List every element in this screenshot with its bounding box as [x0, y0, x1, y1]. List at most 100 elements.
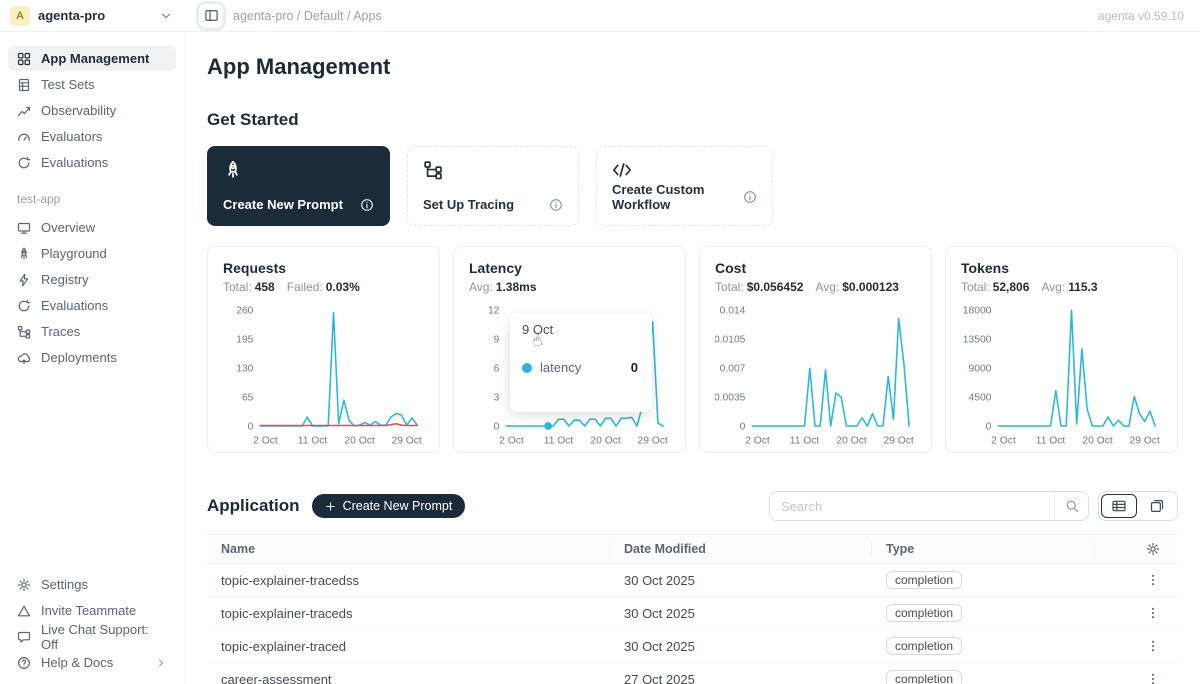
- requests-chart-card: Requests Total:458Failed:0.03% 065130195…: [207, 246, 440, 453]
- sidebar-item-live-chat-support[interactable]: Live Chat Support: Off: [8, 624, 176, 649]
- svg-text:2 Oct: 2 Oct: [499, 436, 524, 447]
- chevron-right-icon: [155, 657, 167, 669]
- table-row[interactable]: topic-explainer-traced 30 Oct 2025 compl…: [207, 630, 1178, 663]
- sidebar-item-invite-teammate[interactable]: Invite Teammate: [8, 598, 176, 623]
- svg-text:6: 6: [494, 364, 500, 375]
- kebab-menu-icon[interactable]: [1142, 569, 1164, 591]
- latency-chart-card: Latency Avg:1.38ms 0369122 Oct11 Oct20 O…: [453, 246, 686, 453]
- sidebar-item-label: Evaluators: [41, 129, 102, 144]
- info-circle-icon[interactable]: [360, 198, 374, 212]
- svg-text:2 Oct: 2 Oct: [745, 436, 770, 447]
- sidebar-item-settings[interactable]: Settings: [8, 572, 176, 597]
- sidebar-item-registry[interactable]: Registry: [8, 267, 176, 292]
- date-modified: 27 Oct 2025: [610, 672, 872, 684]
- svg-text:260: 260: [236, 306, 253, 317]
- svg-text:195: 195: [236, 335, 253, 346]
- svg-text:29 Oct: 29 Oct: [1129, 436, 1159, 447]
- sidebar-item-help-docs[interactable]: Help & Docs: [8, 650, 176, 675]
- question-circle-icon: [17, 656, 31, 670]
- card-view-button[interactable]: [1139, 494, 1175, 518]
- panel-left-icon: [204, 8, 219, 23]
- table-row[interactable]: topic-explainer-traceds 30 Oct 2025 comp…: [207, 597, 1178, 630]
- sidebar-item-deployments[interactable]: Deployments: [8, 345, 176, 370]
- workspace-name: agenta-pro: [38, 8, 151, 23]
- svg-text:4500: 4500: [969, 393, 992, 404]
- workspace-avatar: A: [10, 6, 30, 26]
- sidebar-item-label: Deployments: [41, 350, 117, 365]
- chat-bubble-icon: [17, 630, 31, 644]
- line-chart-icon: [17, 104, 31, 118]
- kebab-menu-icon[interactable]: [1142, 668, 1164, 684]
- svg-text:18000: 18000: [963, 306, 992, 317]
- kebab-menu-icon[interactable]: [1142, 602, 1164, 624]
- sidebar-item-overview[interactable]: Overview: [8, 215, 176, 240]
- sidebar-item-traces[interactable]: Traces: [8, 319, 176, 344]
- table-settings-gear-icon[interactable]: [1142, 538, 1164, 560]
- sidebar-item-playground[interactable]: Playground: [8, 241, 176, 266]
- type-badge: completion: [886, 604, 962, 622]
- sidebar-collapse-button[interactable]: [199, 4, 223, 28]
- application-title: Application: [207, 496, 300, 516]
- chart-tooltip: 9 Oct latency 0: [510, 313, 652, 412]
- app-name: topic-explainer-traceds: [207, 606, 610, 621]
- page-title: App Management: [207, 54, 1178, 80]
- sidebar-item-label: Traces: [41, 324, 80, 339]
- type-badge: completion: [886, 637, 962, 655]
- svg-text:29 Oct: 29 Oct: [637, 436, 667, 447]
- sidebar-item-evaluators[interactable]: Evaluators: [8, 124, 176, 149]
- search-icon[interactable]: [1054, 492, 1088, 520]
- set-up-tracing-card[interactable]: Set Up Tracing: [407, 146, 579, 226]
- svg-text:13500: 13500: [963, 335, 992, 346]
- workspace-switcher[interactable]: A agenta-pro: [0, 6, 185, 26]
- type-badge: completion: [886, 670, 962, 684]
- sidebar-item-evaluations[interactable]: Evaluations: [8, 150, 176, 175]
- rocket-icon: [17, 247, 31, 261]
- table-row[interactable]: career-assessment 27 Oct 2025 completion: [207, 663, 1178, 684]
- svg-text:3: 3: [494, 393, 500, 404]
- svg-text:65: 65: [242, 393, 254, 404]
- sidebar-item-app-management[interactable]: App Management: [8, 46, 176, 71]
- card-view-icon: [1149, 499, 1165, 513]
- cost-chart-card: Cost Total:$0.056452Avg:$0.000123 00.003…: [699, 246, 932, 453]
- sidebar-item-app-evaluations[interactable]: Evaluations: [8, 293, 176, 318]
- create-custom-workflow-card[interactable]: Create Custom Workflow: [596, 146, 773, 226]
- circular-arrow-icon: [17, 299, 31, 313]
- svg-text:0: 0: [986, 421, 992, 432]
- create-new-prompt-button[interactable]: Create New Prompt: [312, 494, 466, 518]
- chart-title: Requests: [223, 260, 424, 276]
- sidebar: App Management Test Sets Observability E…: [0, 32, 185, 684]
- column-header-type[interactable]: Type: [872, 541, 1095, 557]
- search-input[interactable]: [770, 499, 1054, 514]
- requests-chart[interactable]: 0651301952602 Oct11 Oct20 Oct29 Oct: [223, 302, 424, 450]
- create-new-prompt-card[interactable]: Create New Prompt: [207, 146, 390, 226]
- monitor-icon: [17, 221, 31, 235]
- chart-title: Cost: [715, 260, 916, 276]
- cost-chart[interactable]: 00.00350.0070.01050.0142 Oct11 Oct20 Oct…: [715, 302, 916, 450]
- app-section-label: test-app: [17, 192, 167, 206]
- sidebar-item-label: Evaluations: [41, 298, 108, 313]
- date-modified: 30 Oct 2025: [610, 639, 872, 654]
- sidebar-item-test-sets[interactable]: Test Sets: [8, 72, 176, 97]
- column-header-date-modified[interactable]: Date Modified: [610, 541, 872, 557]
- bolt-icon: [17, 273, 31, 287]
- cloud-icon: [17, 351, 31, 365]
- tree-icon: [17, 325, 31, 339]
- svg-text:20 Oct: 20 Oct: [836, 436, 866, 447]
- kebab-menu-icon[interactable]: [1142, 635, 1164, 657]
- sidebar-item-label: Live Chat Support: Off: [41, 622, 167, 652]
- svg-text:11 Oct: 11 Oct: [1036, 436, 1066, 447]
- sidebar-item-label: Playground: [41, 246, 107, 261]
- column-header-name[interactable]: Name: [207, 541, 610, 557]
- chart-stats: Total:$0.056452Avg:$0.000123: [715, 280, 916, 294]
- breadcrumb[interactable]: agenta-pro / Default / Apps: [233, 9, 382, 23]
- sidebar-item-label: Observability: [41, 103, 116, 118]
- info-circle-icon[interactable]: [743, 190, 757, 204]
- table-view-button[interactable]: [1101, 494, 1137, 518]
- tokens-chart[interactable]: 04500900013500180002 Oct11 Oct20 Oct29 O…: [961, 302, 1162, 450]
- info-circle-icon[interactable]: [549, 198, 563, 212]
- svg-text:9: 9: [494, 335, 500, 346]
- sidebar-item-label: Invite Teammate: [41, 603, 136, 618]
- svg-text:11 Oct: 11 Oct: [544, 436, 574, 447]
- sidebar-item-observability[interactable]: Observability: [8, 98, 176, 123]
- table-row[interactable]: topic-explainer-tracedss 30 Oct 2025 com…: [207, 564, 1178, 597]
